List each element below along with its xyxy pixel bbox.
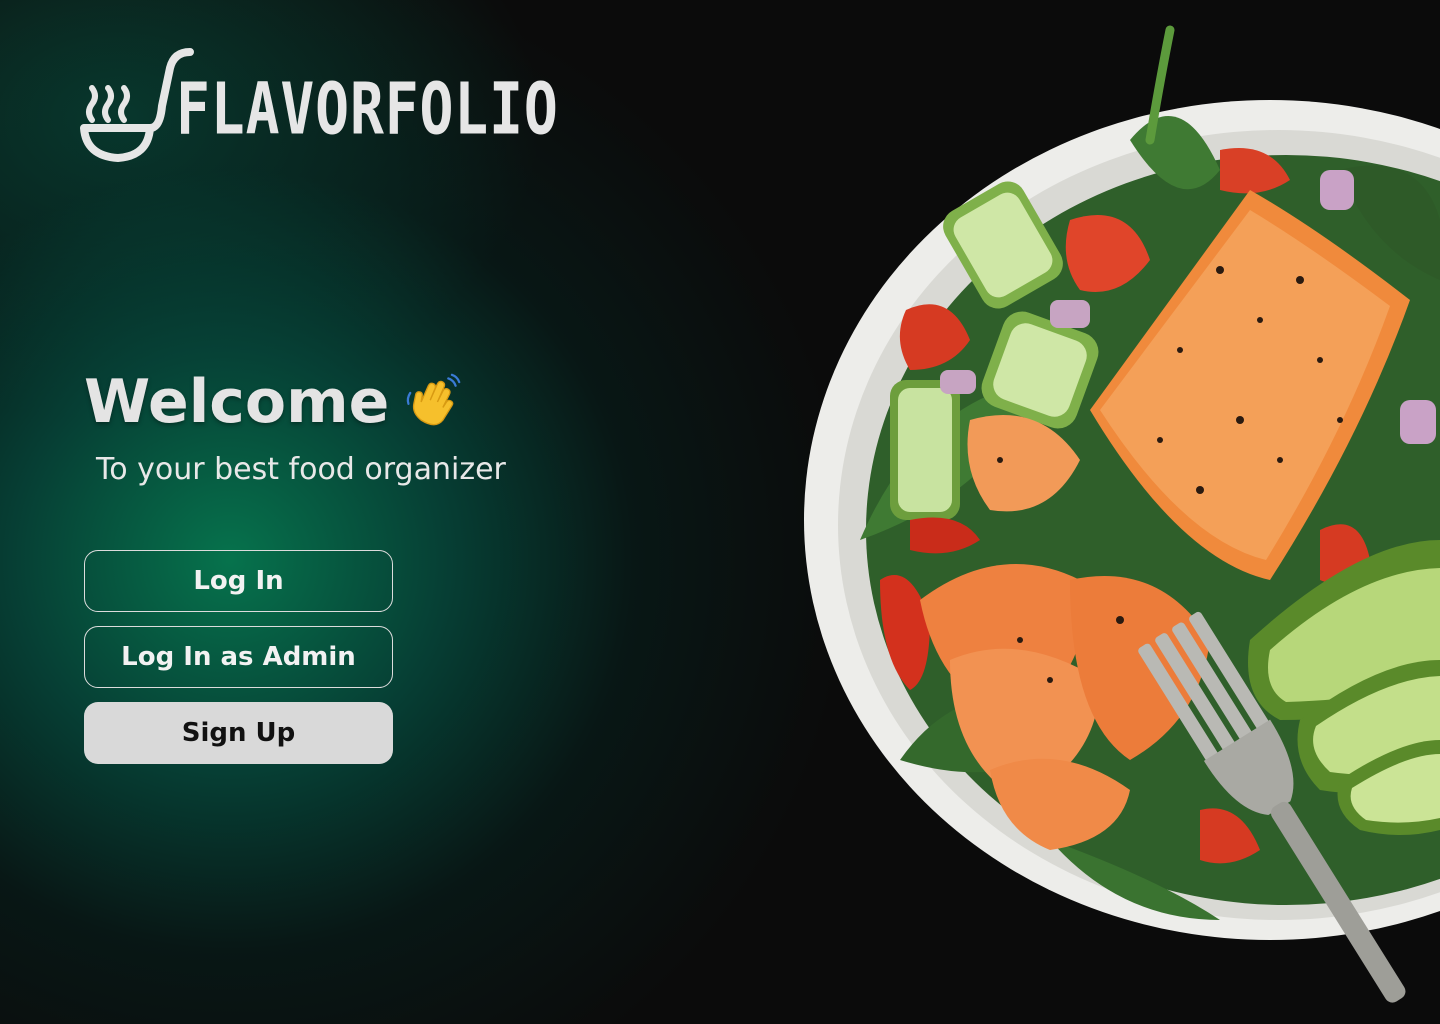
signup-button[interactable]: Sign Up <box>84 702 393 764</box>
page-title: Welcome <box>84 367 390 437</box>
salad-bowl-image <box>800 20 1440 1024</box>
brand-logo: FLAVORFOLIO <box>78 46 558 166</box>
welcome-heading: Welcome <box>84 372 461 432</box>
login-button[interactable]: Log In <box>84 550 393 612</box>
waving-hand-icon <box>407 373 461 426</box>
admin-login-button[interactable]: Log In as Admin <box>84 626 393 688</box>
brand-name: FLAVORFOLIO <box>176 68 559 152</box>
page-subtitle: To your best food organizer <box>96 452 506 487</box>
landing-page: FLAVORFOLIO Welcome To your best food or… <box>0 0 1440 1024</box>
